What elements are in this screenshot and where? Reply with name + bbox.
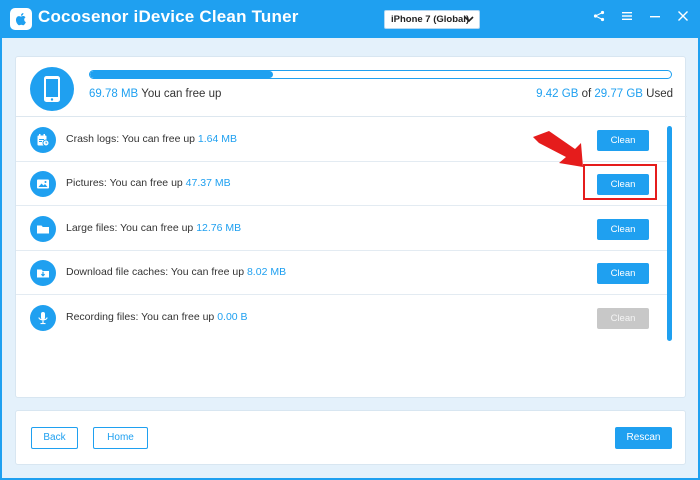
pointer-arrow-icon [533, 131, 583, 167]
picture-icon [30, 171, 56, 197]
chevron-down-icon [464, 16, 474, 23]
item-label: Recording files: You can free up 0.00 B [66, 311, 248, 323]
close-icon[interactable] [676, 9, 690, 23]
app-title: Cocosenor iDevice Clean Tuner [38, 7, 299, 26]
item-size: 8.02 MB [246, 266, 287, 278]
item-size: 0.00 B [217, 311, 248, 323]
device-select-value: iPhone 7 (Global) [391, 14, 470, 25]
download-icon [30, 260, 56, 286]
clean-download-caches-button[interactable]: Clean [597, 263, 649, 284]
free-amount: 69.78 MB [89, 88, 139, 100]
clean-crash-logs-button[interactable]: Clean [597, 130, 649, 151]
item-label-text: Download file caches: You can free up [66, 266, 247, 278]
phone-icon [30, 67, 74, 111]
clean-large-files-button[interactable]: Clean [597, 219, 649, 240]
used-of: of [578, 88, 595, 100]
clean-recording-files-button[interactable]: Clean [597, 308, 649, 329]
item-label: Crash logs: You can free up 1.64 MB [66, 133, 237, 145]
crash-log-icon [30, 127, 56, 153]
device-select[interactable]: iPhone 7 (Global) [384, 10, 480, 29]
item-label-text: Large files: You can free up [66, 222, 197, 234]
storage-progress-bar [89, 70, 672, 79]
free-suffix: You can free up [138, 88, 222, 100]
item-size: 12.76 MB [196, 222, 242, 234]
title-bar: Cocosenor iDevice Clean Tuner iPhone 7 (… [0, 0, 700, 38]
highlight-box [583, 164, 657, 200]
used-suffix: Used [642, 88, 673, 100]
list-item-large-files: Large files: You can free up 12.76 MB Cl… [16, 207, 668, 251]
minimize-icon[interactable] [648, 9, 662, 23]
share-icon[interactable] [592, 9, 606, 23]
item-label: Pictures: You can free up 47.37 MB [66, 177, 231, 189]
storage-progress-fill [90, 71, 273, 78]
app-window: Cocosenor iDevice Clean Tuner iPhone 7 (… [0, 0, 700, 480]
app-logo-icon [10, 8, 32, 30]
menu-icon[interactable] [620, 9, 634, 23]
item-label-text: Pictures: You can free up [66, 177, 186, 189]
footer-bar: Back Home Rescan [15, 410, 686, 465]
item-size: 47.37 MB [185, 177, 231, 189]
microphone-icon [30, 305, 56, 331]
total-amount: 29.77 GB [594, 88, 643, 100]
list-scrollbar[interactable] [667, 126, 672, 341]
home-button[interactable]: Home [93, 427, 148, 449]
back-button[interactable]: Back [31, 427, 78, 449]
item-size: 1.64 MB [197, 133, 238, 145]
used-summary: 9.42 GB of 29.77 GB Used [536, 88, 673, 100]
list-item-recording-files: Recording files: You can free up 0.00 B … [16, 296, 668, 340]
free-up-summary: 69.78 MB You can free up [89, 88, 221, 100]
used-amount: 9.42 GB [536, 88, 579, 100]
storage-summary: 69.78 MB You can free up 9.42 GB of 29.7… [16, 57, 687, 117]
item-label: Large files: You can free up 12.76 MB [66, 222, 241, 234]
folder-icon [30, 216, 56, 242]
rescan-button[interactable]: Rescan [615, 427, 672, 449]
content-area: 69.78 MB You can free up 9.42 GB of 29.7… [2, 38, 698, 478]
list-item-download-caches: Download file caches: You can free up 8.… [16, 251, 668, 295]
item-label-text: Crash logs: You can free up [66, 133, 198, 145]
item-label: Download file caches: You can free up 8.… [66, 266, 286, 278]
clean-panel: 69.78 MB You can free up 9.42 GB of 29.7… [15, 56, 687, 398]
item-label-text: Recording files: You can free up [66, 311, 218, 323]
